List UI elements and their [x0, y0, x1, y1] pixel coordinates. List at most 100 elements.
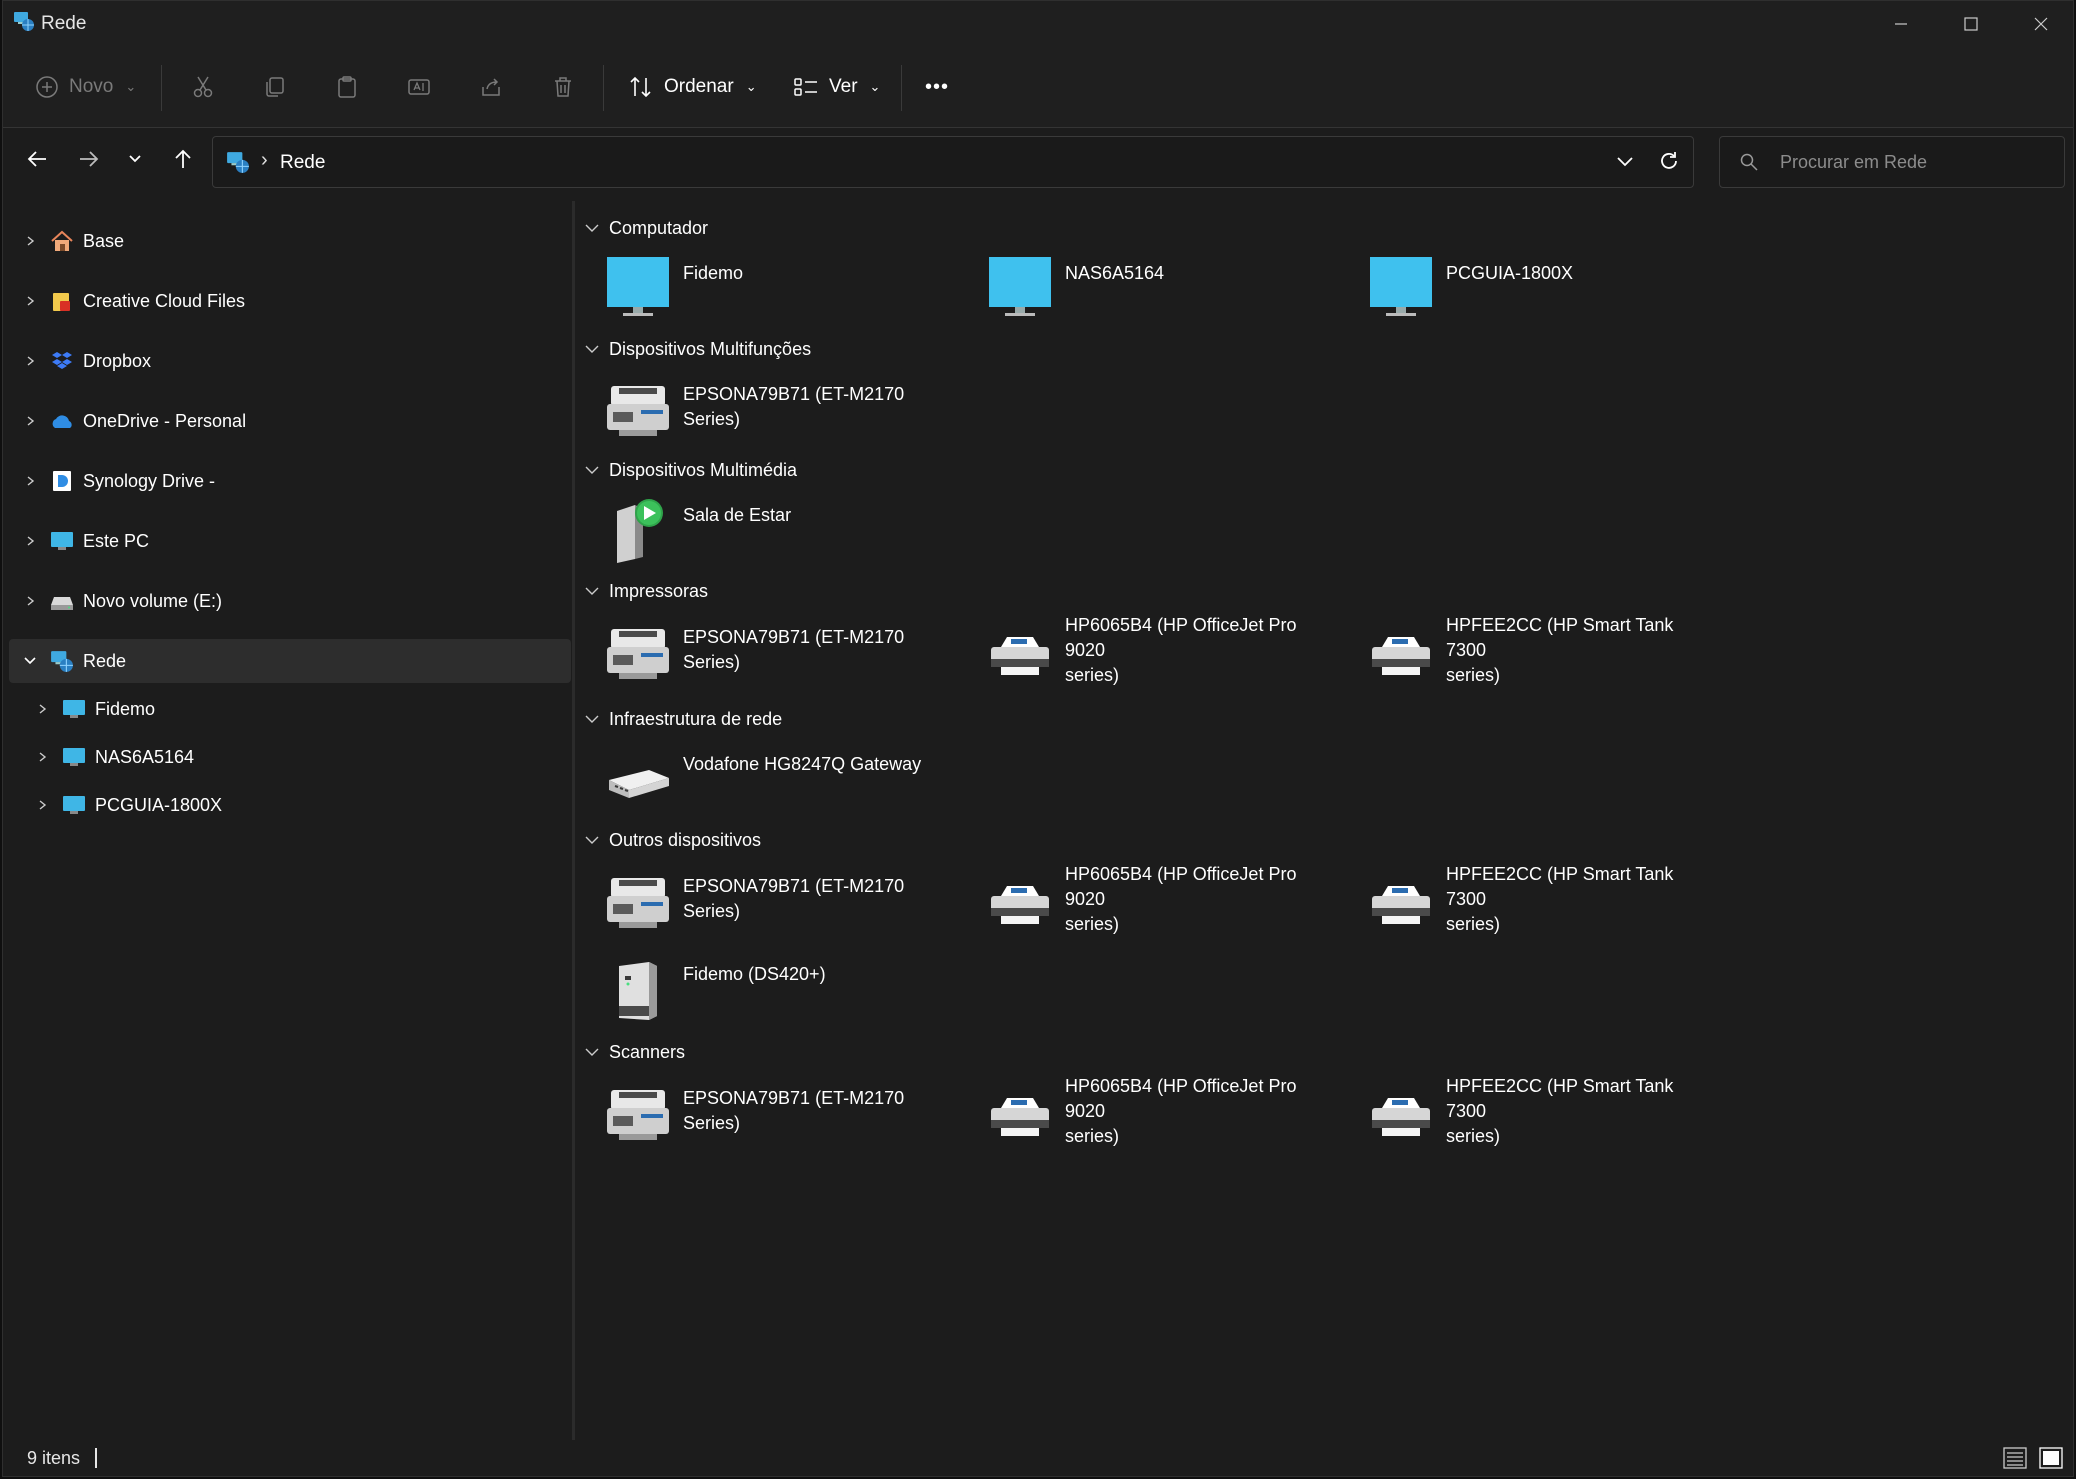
network-item-fidemo[interactable]: Fidemo	[581, 255, 951, 335]
sidebar-item-fidemo[interactable]: Fidemo	[9, 687, 571, 731]
network-item-pcguia-1800x[interactable]: PCGUIA-1800X	[1344, 255, 1714, 335]
details-view-button[interactable]	[2003, 1446, 2027, 1470]
network-item-epson-multifuncao[interactable]: EPSONA79B71 (ET-M2170 Series)	[581, 376, 951, 456]
maximize-button[interactable]	[1936, 1, 2006, 47]
item-label-line: HPFEE2CC (HP Smart Tank 7300	[1446, 615, 1674, 660]
delete-button[interactable]	[551, 63, 575, 111]
network-icon	[49, 648, 75, 674]
tiles-view-button[interactable]	[2039, 1446, 2063, 1470]
sidebar-item-onedrive[interactable]: OneDrive - Personal	[9, 399, 571, 443]
chevron-right-icon[interactable]	[19, 535, 41, 547]
printer-icon	[1372, 637, 1430, 675]
monitor-icon	[607, 257, 669, 316]
group-header-dispositivos-multimedia[interactable]: Dispositivos Multimédia	[585, 455, 797, 485]
network-item-hp6065b4-scanner[interactable]: HP6065B4 (HP OfficeJet Pro 9020 series)	[963, 1076, 1333, 1160]
sidebar-item-rede[interactable]: Rede	[9, 639, 571, 683]
router-icon	[609, 770, 669, 798]
tiles-view-icon	[2039, 1447, 2063, 1469]
sidebar-item-novo-volume[interactable]: Novo volume (E:)	[9, 579, 571, 623]
details-view-icon	[2003, 1447, 2027, 1469]
network-item-hp6065b4-impressora[interactable]: HP6065B4 (HP OfficeJet Pro 9020 series)	[963, 615, 1333, 699]
chevron-down-icon	[585, 224, 599, 232]
sidebar-item-este-pc[interactable]: Este PC	[9, 519, 571, 563]
minimize-button[interactable]	[1866, 1, 1936, 47]
new-button[interactable]: Novo ⌄	[35, 63, 136, 111]
network-item-epson-outros[interactable]: EPSONA79B71 (ET-M2170 Series)	[581, 868, 951, 948]
search-input[interactable]	[1778, 151, 2052, 174]
group-header-scanners[interactable]: Scanners	[585, 1037, 685, 1067]
sidebar-item-creative-cloud-files[interactable]: Creative Cloud Files	[9, 279, 571, 323]
window-title: Rede	[41, 13, 87, 34]
rename-icon	[408, 79, 430, 95]
network-item-hp6065b4-outros[interactable]: HP6065B4 (HP OfficeJet Pro 9020 series)	[963, 864, 1333, 948]
forward-button[interactable]	[71, 141, 107, 177]
item-label-line: series)	[1065, 665, 1120, 685]
paste-button[interactable]	[335, 63, 359, 111]
sidebar-item-nas6a5164[interactable]: NAS6A5164	[9, 735, 571, 779]
synology-drive-icon	[49, 468, 75, 494]
view-button[interactable]: Ver ⌄	[793, 63, 880, 111]
rename-button[interactable]	[407, 63, 431, 111]
close-button[interactable]	[2006, 1, 2073, 47]
address-bar[interactable]: › Rede	[212, 136, 1694, 188]
chevron-right-icon[interactable]	[19, 595, 41, 607]
chevron-right-icon[interactable]	[31, 799, 53, 811]
network-item-nas6a5164[interactable]: NAS6A5164	[963, 255, 1333, 335]
breadcrumb-rede[interactable]: Rede	[280, 152, 325, 174]
network-item-vodafone-gateway[interactable]: Vodafone HG8247Q Gateway	[581, 746, 951, 826]
group-header-infraestrutura-de-rede[interactable]: Infraestrutura de rede	[585, 704, 782, 734]
content-view: Computador Fidemo NAS6A5164 PCGUIA-1800X…	[581, 201, 2071, 1441]
network-item-sala-de-estar[interactable]: Sala de Estar	[581, 497, 951, 577]
recent-locations-button[interactable]	[117, 141, 153, 177]
sidebar-item-synology-drive[interactable]: Synology Drive -	[9, 459, 571, 503]
address-history-button[interactable]	[1613, 149, 1637, 178]
search-box[interactable]	[1719, 136, 2065, 188]
group-header-computador[interactable]: Computador	[585, 213, 708, 243]
breadcrumb-separator: ›	[261, 149, 268, 171]
sort-button[interactable]: Ordenar ⌄	[628, 63, 757, 111]
chevron-down-icon	[585, 345, 599, 353]
sidebar-item-pcguia-1800x[interactable]: PCGUIA-1800X	[9, 783, 571, 827]
chevron-down-icon	[129, 155, 141, 163]
share-button[interactable]	[479, 63, 503, 111]
network-item-epson-impressora[interactable]: EPSONA79B71 (ET-M2170 Series)	[581, 619, 951, 699]
group-header-impressoras[interactable]: Impressoras	[585, 576, 708, 606]
chevron-right-icon[interactable]	[19, 295, 41, 307]
printer-icon	[1372, 886, 1430, 924]
creative-cloud-folder-icon	[49, 288, 75, 314]
group-title: Outros dispositivos	[609, 829, 762, 850]
pane-splitter[interactable]	[572, 201, 575, 1441]
item-label: HPFEE2CC (HP Smart Tank 7300 series)	[1446, 862, 1716, 937]
network-item-hpfee2cc-scanner[interactable]: HPFEE2CC (HP Smart Tank 7300 series)	[1344, 1076, 1714, 1160]
chevron-right-icon[interactable]	[19, 415, 41, 427]
media-device-icon	[617, 499, 663, 563]
multifunction-printer-icon	[607, 386, 669, 436]
chevron-right-icon[interactable]	[19, 235, 41, 247]
chevron-right-icon[interactable]	[31, 751, 53, 763]
cut-button[interactable]	[191, 63, 215, 111]
multifunction-printer-icon	[607, 878, 669, 928]
chevron-right-icon[interactable]	[19, 355, 41, 367]
chevron-right-icon[interactable]	[31, 703, 53, 715]
chevron-down-icon[interactable]	[19, 655, 41, 667]
item-label: HP6065B4 (HP OfficeJet Pro 9020 series)	[1065, 613, 1335, 688]
more-options-button[interactable]: •••	[925, 63, 949, 111]
item-label: Sala de Estar	[683, 505, 792, 525]
refresh-button[interactable]	[1657, 149, 1681, 178]
search-icon	[1740, 153, 1758, 176]
up-button[interactable]	[165, 141, 201, 177]
item-label-line: series)	[1065, 914, 1120, 934]
chevron-right-icon[interactable]	[19, 475, 41, 487]
back-button[interactable]	[19, 141, 55, 177]
network-item-hpfee2cc-outros[interactable]: HPFEE2CC (HP Smart Tank 7300 series)	[1344, 864, 1714, 948]
network-item-hpfee2cc-impressora[interactable]: HPFEE2CC (HP Smart Tank 7300 series)	[1344, 615, 1714, 699]
group-header-outros-dispositivos[interactable]: Outros dispositivos	[585, 825, 761, 855]
item-label: HPFEE2CC (HP Smart Tank 7300 series)	[1446, 1074, 1716, 1149]
network-item-fidemo-ds420[interactable]: Fidemo (DS420+)	[581, 956, 951, 1036]
copy-button[interactable]	[263, 63, 287, 111]
item-label-line: HP6065B4 (HP OfficeJet Pro 9020	[1065, 1076, 1297, 1121]
group-header-dispositivos-multifuncoes[interactable]: Dispositivos Multifunções	[585, 334, 811, 364]
network-item-epson-scanner[interactable]: EPSONA79B71 (ET-M2170 Series)	[581, 1080, 951, 1160]
sidebar-item-dropbox[interactable]: Dropbox	[9, 339, 571, 383]
sidebar-item-base[interactable]: Base	[9, 219, 571, 263]
